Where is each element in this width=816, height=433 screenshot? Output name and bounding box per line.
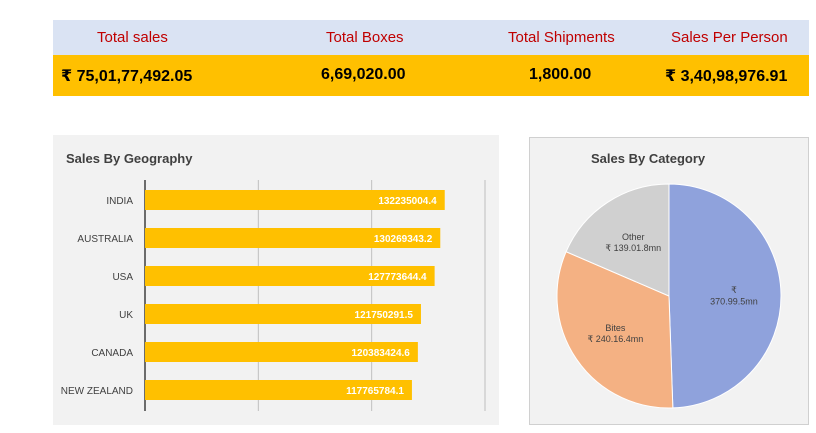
sales-per-person-label: Sales Per Person (671, 29, 788, 46)
total-shipments-label: Total Shipments (508, 29, 615, 46)
sales-by-geography-panel: Sales By Geography INDIA 132235004.4 AUSTR… (53, 135, 499, 425)
bar-data-label: 120383424.6 (351, 348, 410, 359)
total-boxes-label: Total Boxes (326, 29, 404, 46)
bar-data-label: 117765784.1 (346, 386, 404, 397)
category-label: USA (112, 272, 133, 283)
total-shipments-value: 1,800.00 (529, 66, 592, 83)
bar-data-label: 130269343.2 (374, 234, 433, 245)
sales-by-category-panel: Sales By Category ₹370.99.5mn Bites ₹ 240.… (529, 137, 809, 425)
total-boxes-value: 6,69,020.00 (321, 66, 406, 83)
category-label: UK (119, 310, 133, 321)
total-sales-label: Total sales (97, 29, 168, 46)
bar-data-label: 132235004.4 (378, 196, 437, 207)
kpi-values-row: ₹ 75,01,77,492.05 6,69,020.00 1,800.00 ₹… (53, 55, 809, 96)
geography-bar-chart: INDIA 132235004.4 AUSTRALIA 130269343.2 USA 1… (61, 180, 486, 411)
total-sales-value: ₹ 75,01,77,492.05 (61, 68, 193, 85)
category-label: CANADA (91, 348, 133, 359)
bar-data-label: 121750291.5 (355, 310, 414, 321)
kpi-header-row: Total sales Total Boxes Total Shipments … (53, 20, 809, 55)
category-label: INDIA (106, 196, 133, 207)
sales-per-person-value: ₹ 3,40,98,976.91 (665, 68, 788, 85)
bar-data-label: 127773644.4 (368, 272, 427, 283)
category-label: NEW ZEALAND (61, 386, 133, 397)
category-pie-chart: ₹370.99.5mnBites ₹ 240.16.4mnOther ₹ 139.0… (556, 183, 782, 409)
category-label: AUSTRALIA (77, 234, 133, 245)
